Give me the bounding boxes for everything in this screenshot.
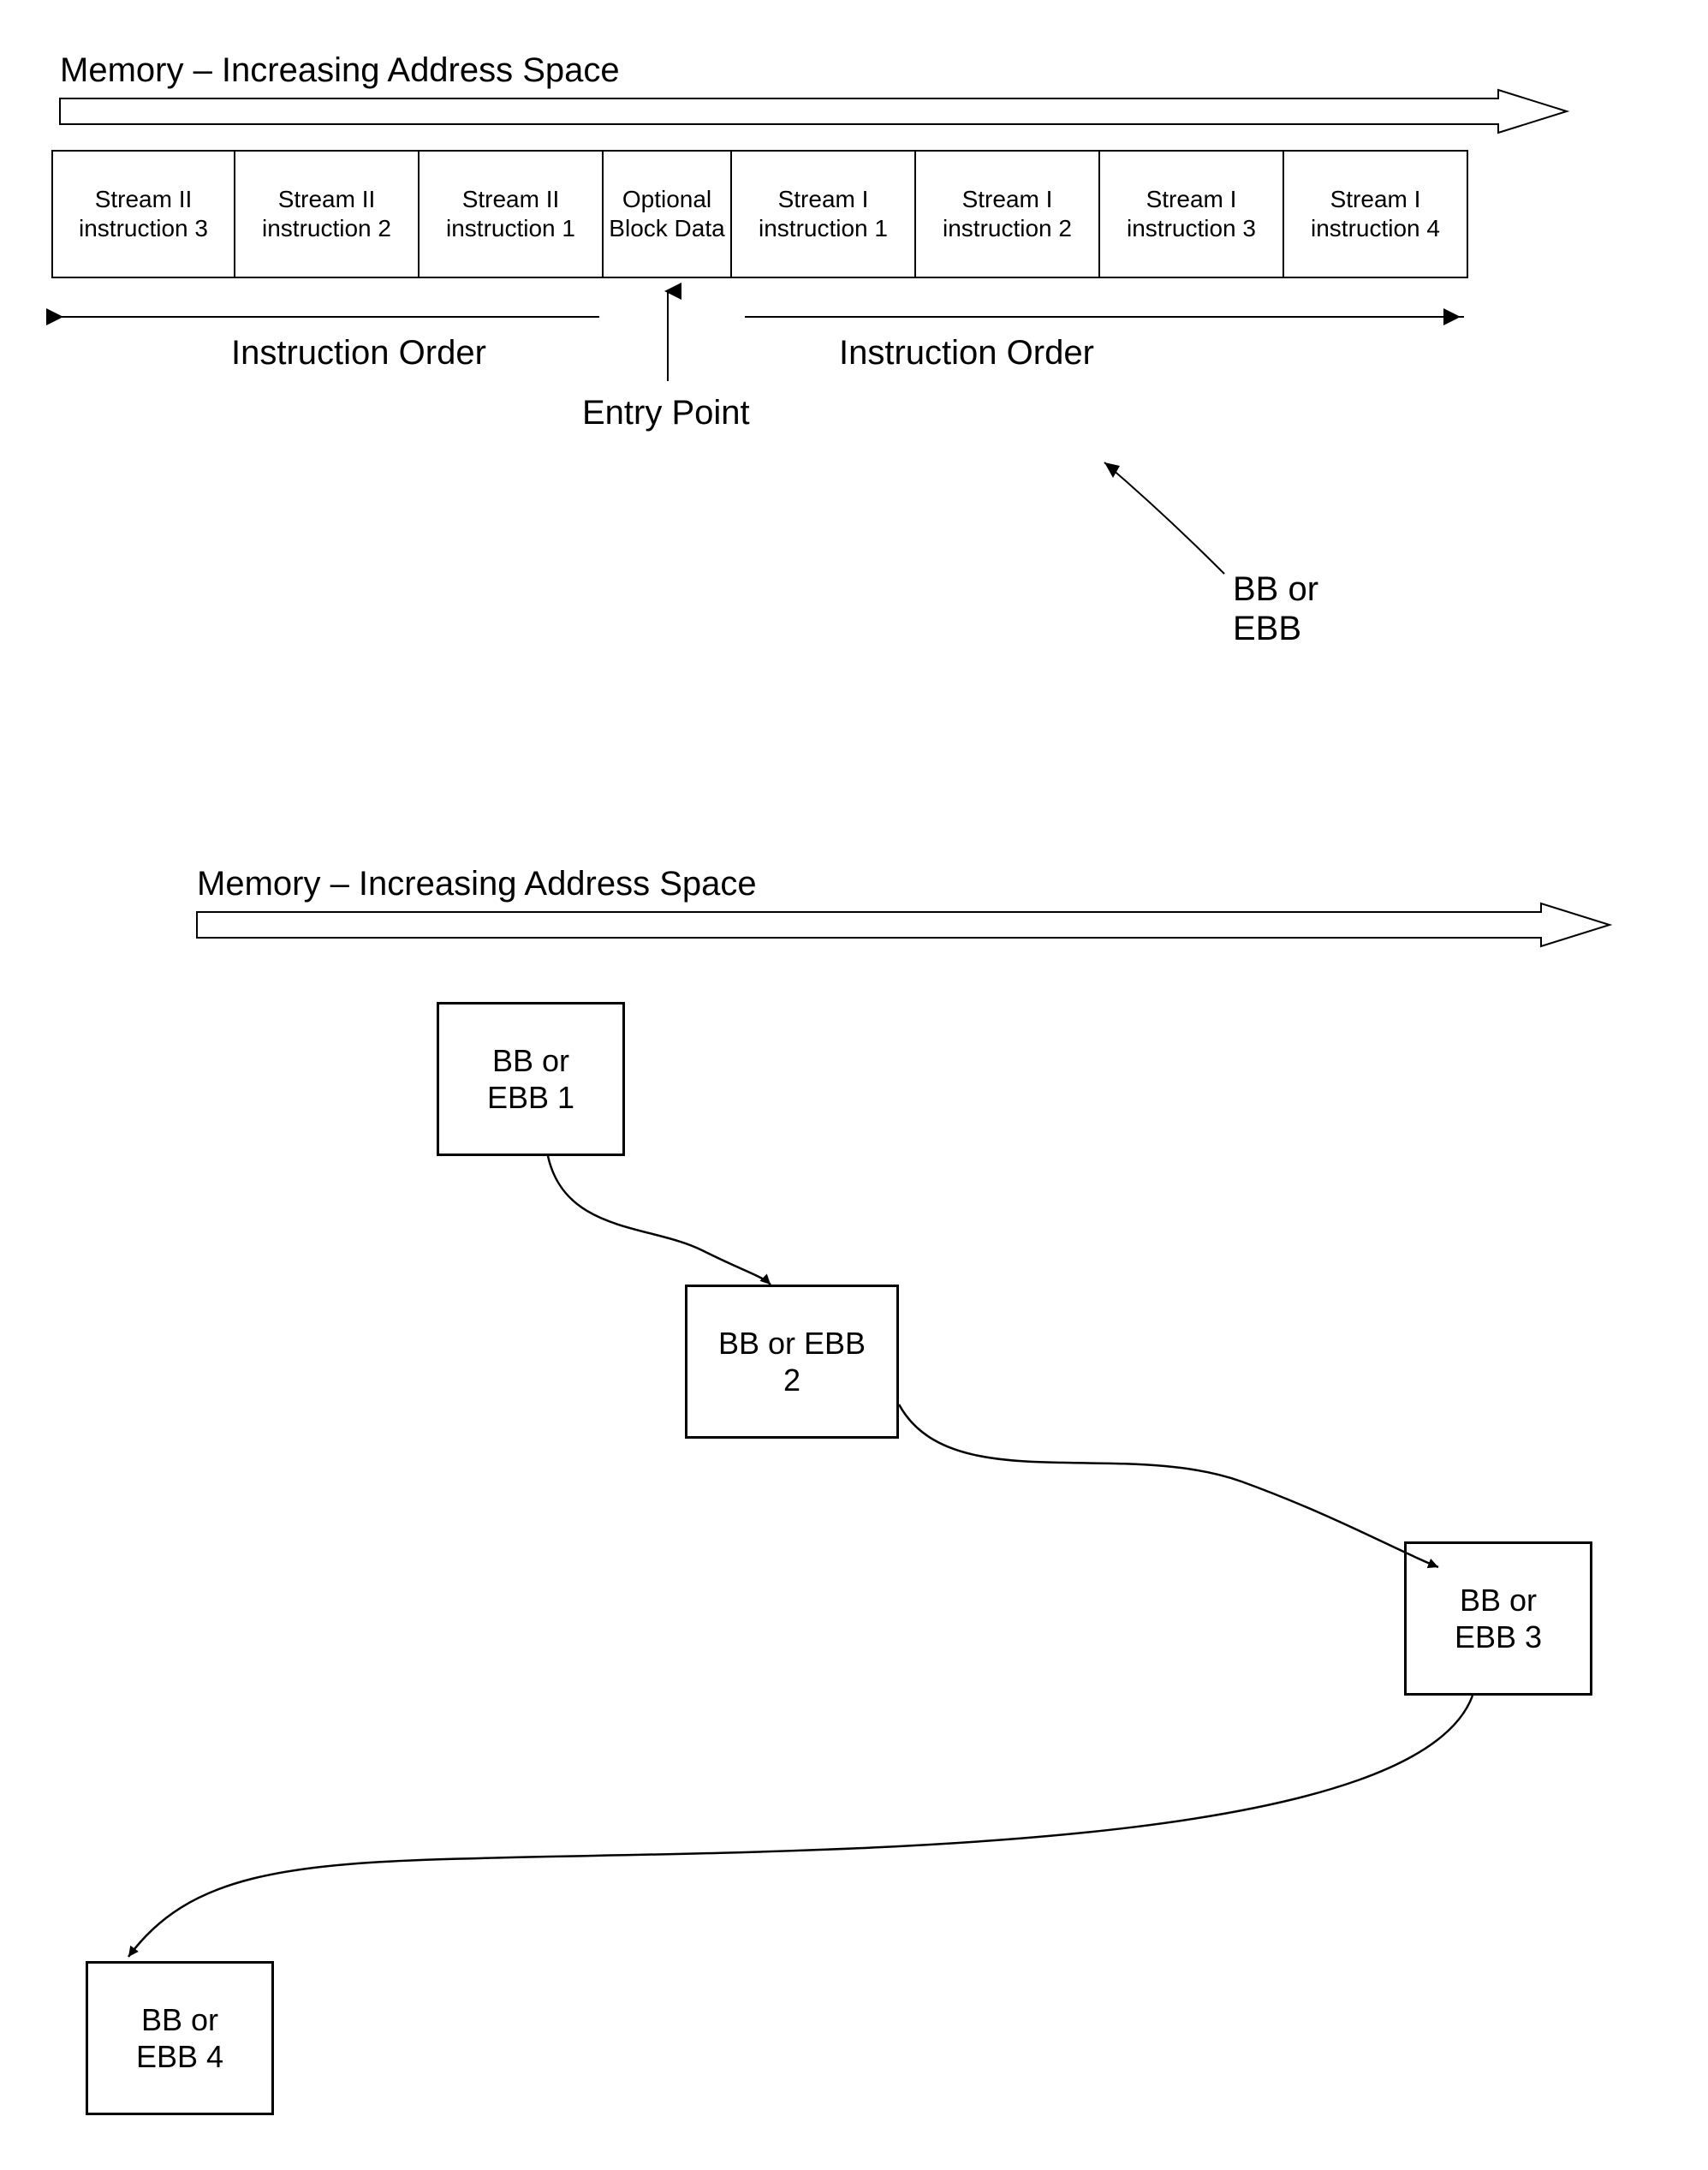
entry-point-label: Entry Point [582,394,750,432]
block-bb-ebb-3: BB or EBB 3 [1404,1541,1592,1696]
cell-stream2-3: Stream II instruction 3 [51,150,235,278]
bottom-title: Memory – Increasing Address Space [197,865,757,903]
cell-stream2-2: Stream II instruction 2 [235,150,420,278]
block-bb-ebb-2: BB or EBB 2 [685,1285,899,1439]
flow-arrows [0,0,1708,2170]
top-title: Memory – Increasing Address Space [60,51,620,90]
bb-ebb-curved-arrow [0,0,1708,2170]
bottom-memory-arrow [0,0,1708,2170]
cell-stream1-4: Stream I instruction 4 [1284,150,1468,278]
top-memory-arrow [0,0,1708,2170]
instruction-order-arrow-right [0,0,1708,2170]
block-bb-ebb-4: BB or EBB 4 [86,1961,274,2115]
cell-optional-block-data: Optional Block Data [604,150,732,278]
entry-point-arrow [0,0,1708,2170]
instruction-order-left-label: Instruction Order [231,334,486,373]
cell-stream1-1: Stream I instruction 1 [732,150,916,278]
instruction-row: Stream II instruction 3 Stream II instru… [51,150,1468,278]
cell-stream1-2: Stream I instruction 2 [916,150,1100,278]
instruction-order-right-label: Instruction Order [839,334,1094,373]
diagram-page: Memory – Increasing Address Space Stream… [0,0,1708,2170]
cell-stream2-1: Stream II instruction 1 [420,150,604,278]
cell-stream1-3: Stream I instruction 3 [1100,150,1284,278]
block-bb-ebb-1: BB or EBB 1 [437,1002,625,1156]
bb-ebb-top-label: BB or EBB [1233,569,1318,648]
instruction-order-arrow-left [0,0,1708,2170]
